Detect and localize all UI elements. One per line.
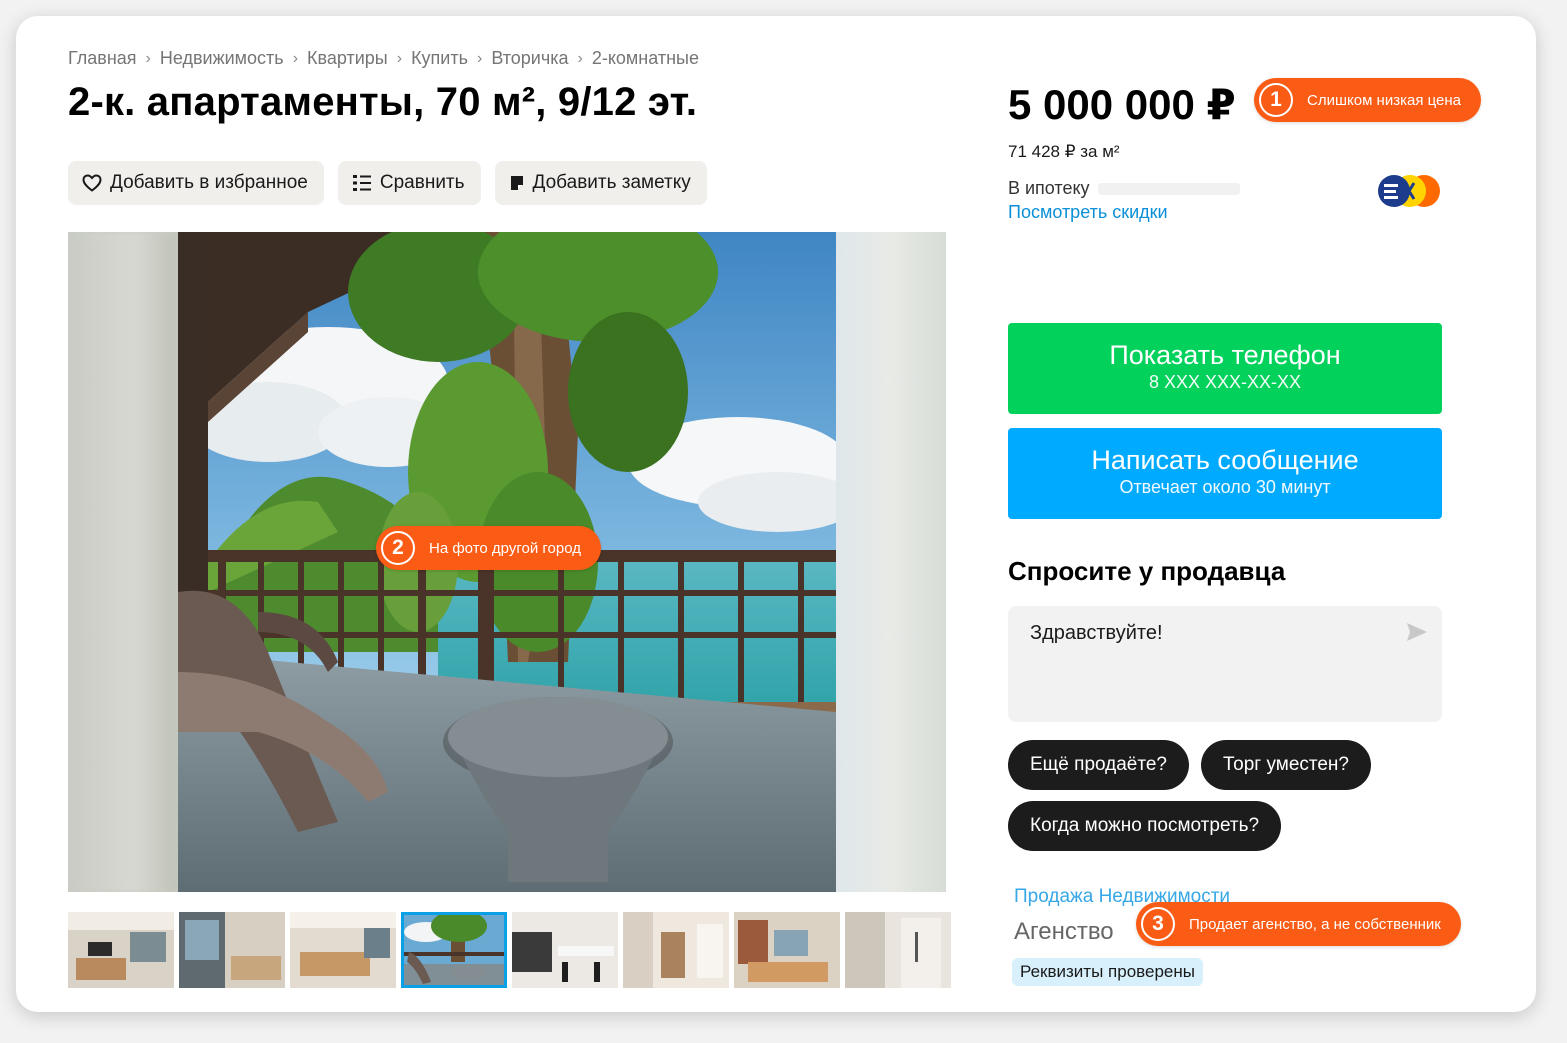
quick-question-chip[interactable]: Торг уместен?	[1201, 740, 1371, 790]
add-note-label: Добавить заметку	[532, 172, 691, 193]
add-to-favorites-button[interactable]: Добавить в избранное	[68, 161, 324, 205]
mortgage-value-placeholder	[1097, 182, 1240, 195]
note-icon	[509, 175, 525, 191]
breadcrumb-item-2-rooms[interactable]: 2-комнатные	[592, 48, 699, 69]
breadcrumb-item-realty[interactable]: Недвижимость	[160, 48, 284, 69]
chevron-right-icon: ›	[396, 49, 403, 67]
thumbnail[interactable]	[734, 912, 840, 988]
annotation-number: 2	[381, 531, 415, 565]
thumbnail[interactable]	[290, 912, 396, 988]
annotation-text: Слишком низкая цена	[1307, 91, 1462, 109]
thumbnail[interactable]	[623, 912, 729, 988]
verified-badge: Реквизиты проверены	[1012, 958, 1203, 986]
breadcrumb-item-home[interactable]: Главная	[68, 48, 137, 69]
ask-seller-title: Спросите у продавца	[1008, 556, 1286, 586]
phone-masked: 8 XXX XXX-XX-XX	[1148, 372, 1302, 392]
ask-seller-text: Здравствуйте!	[1030, 622, 1163, 644]
thumbnail-strip	[68, 912, 951, 988]
add-note-button[interactable]: Добавить заметку	[494, 161, 707, 205]
breadcrumb-item-apartments[interactable]: Квартиры	[307, 48, 388, 69]
quick-question-chip[interactable]: Ещё продаёте?	[1008, 740, 1189, 790]
page-title: 2-к. апартаменты, 70 м², 9/12 эт.	[68, 80, 698, 124]
seller-type: Агенство	[1014, 918, 1114, 945]
chevron-right-icon: ›	[577, 49, 583, 67]
annotation-badge-1: 1 Слишком низкая цена	[1254, 78, 1482, 122]
price: 5 000 000 ₽	[1008, 81, 1236, 128]
ask-seller-input[interactable]: Здравствуйте!	[1008, 606, 1442, 722]
price-per-m2: 71 428 ₽ за м²	[1008, 142, 1120, 161]
gallery-side-blur	[68, 232, 178, 892]
annotation-number: 3	[1141, 907, 1175, 941]
show-phone-label: Показать телефон	[1109, 340, 1341, 370]
listing-actions: Добавить в избранное Сравнить Добавить з…	[68, 161, 707, 205]
gallery-side-blur	[836, 232, 946, 892]
annotation-badge-2: 2 На фото другой город	[376, 526, 601, 570]
discounts-link[interactable]: Посмотреть скидки	[1008, 202, 1168, 223]
send-icon[interactable]	[1406, 622, 1428, 647]
quick-questions: Ещё продаёте? Торг уместен? Когда можно …	[1008, 740, 1448, 851]
chevron-right-icon: ›	[476, 49, 483, 67]
write-message-button[interactable]: Написать сообщение Отвечает около 30 мин…	[1008, 428, 1442, 519]
chevron-right-icon: ›	[145, 49, 151, 67]
show-phone-button[interactable]: Показать телефон 8 XXX XXX-XX-XX	[1008, 323, 1442, 414]
listing-card: Главная › Недвижимость › Квартиры › Купи…	[16, 16, 1536, 1012]
compare-icon	[352, 174, 372, 192]
annotation-number: 1	[1259, 83, 1293, 117]
annotation-text: Продает агенство, а не собственник	[1189, 915, 1441, 933]
heart-icon	[82, 174, 102, 192]
mortgage-info: В ипотеку	[1008, 178, 1240, 199]
compare-button[interactable]: Сравнить	[337, 161, 481, 205]
mortgage-label: В ипотеку	[1008, 178, 1090, 198]
thumbnail[interactable]	[512, 912, 618, 988]
chevron-right-icon: ›	[292, 49, 299, 67]
thumbnail-active[interactable]	[401, 912, 507, 988]
breadcrumb-item-secondary[interactable]: Вторичка	[491, 48, 568, 69]
breadcrumb: Главная › Недвижимость › Квартиры › Купи…	[68, 48, 699, 69]
annotation-badge-3: 3 Продает агенство, а не собственник	[1136, 902, 1461, 946]
bank-logo-icon[interactable]	[1374, 171, 1444, 211]
breadcrumb-item-buy[interactable]: Купить	[411, 48, 468, 69]
add-to-favorites-label: Добавить в избранное	[110, 172, 308, 193]
thumbnail[interactable]	[68, 912, 174, 988]
annotation-text: На фото другой город	[429, 539, 581, 557]
thumbnail[interactable]	[179, 912, 285, 988]
compare-label: Сравнить	[379, 172, 465, 193]
response-time: Отвечает около 30 минут	[1119, 477, 1331, 497]
quick-question-chip[interactable]: Когда можно посмотреть?	[1008, 801, 1282, 851]
write-message-label: Написать сообщение	[1091, 445, 1359, 475]
thumbnail[interactable]	[845, 912, 951, 988]
